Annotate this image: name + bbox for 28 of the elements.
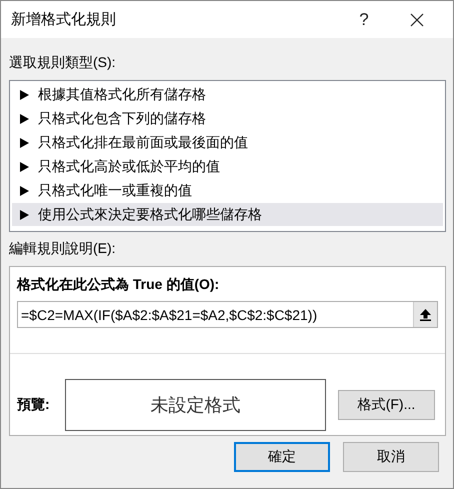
preview-text: 未設定格式 [150,394,240,417]
cancel-button[interactable]: 取消 [343,442,439,472]
section-label: 選取規則類型(S): [9,54,117,72]
preview-label: 預覽: [17,396,51,414]
triangle-icon [19,210,29,220]
format-button[interactable]: 格式(F)... [338,390,435,420]
ok-button[interactable]: 確定 [234,442,330,472]
collapse-button[interactable] [413,302,437,327]
help-button[interactable]: ? [341,4,387,34]
triangle-icon [19,114,29,124]
rule-type-label: 只格式化唯一或重複的值 [38,182,192,200]
rule-type-label: 只格式化排在最前面或最後面的值 [38,134,248,152]
up-arrow-icon [420,308,431,320]
window-title: 新增格式化規則 [11,10,117,29]
rule-type-label: 只格式化包含下列的儲存格 [38,110,206,128]
section-label: 編輯規則說明(E): [9,240,117,258]
formula-label: 格式化在此公式為 True 的值(O): [17,276,220,294]
close-icon [410,12,424,26]
formula-field[interactable]: =$C2=MAX(IF($A$2:$A$21=$A2,$C$2:$C$21)) [17,301,438,328]
formula-text: =$C2=MAX(IF($A$2:$A$21=$A2,$C$2:$C$21)) [21,306,318,322]
rule-type-label: 使用公式來決定要格式化哪些儲存格 [38,206,262,224]
triangle-icon [19,138,29,148]
rule-type-item[interactable]: 使用公式來決定要格式化哪些儲存格 [12,203,443,226]
triangle-icon [19,162,29,172]
rule-type-label: 根據其值格式化所有儲存格 [38,86,206,104]
triangle-icon [19,186,29,196]
triangle-icon [19,90,29,100]
rule-type-label: 只格式化高於或低於平均的值 [38,158,220,176]
